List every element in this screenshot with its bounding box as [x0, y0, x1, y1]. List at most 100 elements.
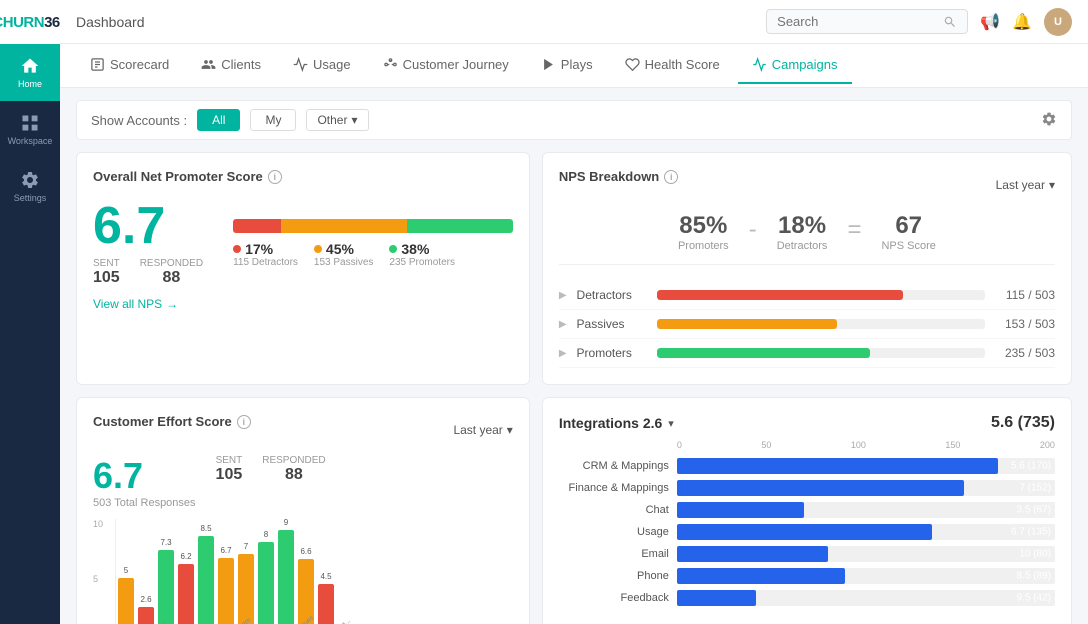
integrations-bar-row: Usage 6.7 (135) — [559, 524, 1055, 540]
tab-plays[interactable]: Plays — [527, 47, 607, 84]
megaphone-icon[interactable]: 📢 — [980, 12, 1000, 32]
ces-score: 6.7 — [93, 455, 196, 497]
tab-campaigns-label: Campaigns — [772, 57, 838, 72]
nps-detractors-bar — [233, 219, 281, 233]
h-bar-label: CRM & Mappings — [559, 460, 669, 472]
formula-promoters-pct: 85% — [678, 212, 729, 240]
formula-equals: = — [847, 212, 861, 244]
ces-info-icon[interactable]: i — [237, 415, 251, 429]
h-bar-wrap: 9.5 (42) — [677, 590, 1055, 606]
ces-period-label: Last year — [453, 423, 502, 437]
filter-my-btn[interactable]: My — [250, 109, 296, 131]
period-select-ces[interactable]: Last year ▾ — [453, 423, 512, 437]
bar-fill — [278, 530, 294, 624]
tab-customer-journey[interactable]: Customer Journey — [369, 47, 523, 84]
h-bar-label: Usage — [559, 526, 669, 538]
campaigns-icon — [752, 57, 767, 72]
integrations-header: Integrations 2.6 ▾ 5.6 (735) — [559, 414, 1055, 432]
bar-group: 6.2 — [178, 564, 194, 624]
breakdown-row: ▶ Passives 153 / 503 — [559, 310, 1055, 339]
bar-fill — [298, 559, 314, 624]
sidebar-item-home[interactable]: Home — [0, 44, 60, 101]
sidebar-item-settings[interactable]: Settings — [0, 158, 60, 215]
tab-scorecard[interactable]: Scorecard — [76, 47, 183, 84]
search-box[interactable] — [766, 9, 968, 34]
ces-sent-label: SENT — [216, 455, 243, 466]
breakdown-count: 153 / 503 — [995, 317, 1055, 331]
nps-breakdown-info-icon[interactable]: i — [664, 170, 678, 184]
detractors-count: 115 Detractors — [233, 257, 298, 268]
axis-label: 100 — [851, 440, 866, 450]
bar-group: 2.6 — [138, 607, 154, 624]
tab-bar: Scorecard Clients Usage Customer Journey… — [60, 44, 1088, 88]
h-bar-text: 6.7 (135) — [1011, 527, 1051, 538]
topbar-icons: 📢 🔔 U — [980, 8, 1072, 36]
formula-promoters: 85% Promoters — [678, 212, 729, 252]
plays-icon — [541, 57, 556, 72]
breakdown-bar-wrap — [657, 319, 985, 329]
integrations-bar-row: Feedback 9.5 (42) — [559, 590, 1055, 606]
h-bar-wrap: 10 (80) — [677, 546, 1055, 562]
nps-formula: 85% Promoters - 18% Detractors = 67 NPS … — [559, 212, 1055, 265]
h-bar-text: 5.6 (170) — [1011, 461, 1051, 472]
ces-card: Customer Effort Score i Last year ▾ 6.7 … — [76, 397, 530, 624]
bar-group: 8.5 — [198, 536, 214, 624]
bar-container: 6.2 — [178, 564, 194, 624]
integrations-bar-row: Email 10 (80) — [559, 546, 1055, 562]
promoters-pct: 38% — [401, 241, 429, 257]
tab-usage[interactable]: Usage — [279, 47, 365, 84]
integrations-axis: 050100150200 — [559, 440, 1055, 450]
filters-label: Show Accounts : — [91, 113, 187, 128]
clients-icon — [201, 57, 216, 72]
ces-score-section: 6.7 503 Total Responses — [93, 455, 196, 509]
sidebar-item-workspace[interactable]: Workspace — [0, 101, 60, 158]
tab-health-score-label: Health Score — [645, 57, 720, 72]
ces-responded-label: RESPONDED — [262, 455, 325, 466]
tab-plays-label: Plays — [561, 57, 593, 72]
ces-chart-area: 10 5 0 5 2.6 7.3 6.2 — [93, 519, 513, 624]
formula-nps-score-val: 67 — [881, 212, 935, 240]
search-input[interactable] — [777, 14, 937, 29]
bar-fill — [318, 584, 334, 624]
integrations-bar-row: CRM & Mappings 5.6 (170) — [559, 458, 1055, 474]
chevron-down-icon: ▾ — [351, 113, 357, 127]
settings-icon — [20, 170, 40, 190]
filter-other-select[interactable]: Other ▾ — [306, 109, 368, 131]
bar-value: 6.6 — [300, 547, 311, 556]
tab-campaigns[interactable]: Campaigns — [738, 47, 852, 84]
topbar-title: Dashboard — [76, 14, 145, 30]
period-select-nps[interactable]: Last year ▾ — [996, 178, 1055, 192]
integrations-title-wrap: Integrations 2.6 ▾ — [559, 415, 674, 431]
nps-info-icon[interactable]: i — [268, 170, 282, 184]
nps-score: 6.7 — [93, 200, 203, 252]
view-all-nps[interactable]: View all NPS → — [93, 297, 513, 311]
legend-detractors: 17% 115 Detractors — [233, 241, 298, 268]
breakdown-row: ▶ Promoters 235 / 503 — [559, 339, 1055, 368]
scorecard-icon — [90, 57, 105, 72]
notification-icon[interactable]: 🔔 — [1012, 12, 1032, 32]
filter-all-btn[interactable]: All — [197, 109, 240, 131]
bar-container: 5 — [118, 578, 134, 624]
h-bar-text: 10 (80) — [1019, 549, 1051, 560]
tab-clients[interactable]: Clients — [187, 47, 275, 84]
ces-responded-stat: RESPONDED 88 — [262, 455, 325, 484]
detractors-dot — [233, 245, 241, 253]
user-avatar[interactable]: U — [1044, 8, 1072, 36]
nps-promoters-bar — [407, 219, 513, 233]
integrations-bar-row: Chat 3.5 (67) — [559, 502, 1055, 518]
promoters-count: 235 Promoters — [389, 257, 455, 268]
ces-header: Customer Effort Score i Last year ▾ — [93, 414, 513, 445]
bar-container: 9 — [278, 530, 294, 624]
h-bar-fill — [677, 568, 845, 584]
h-bar-wrap: 7 (152) — [677, 480, 1055, 496]
integrations-dropdown-icon[interactable]: ▾ — [668, 417, 674, 430]
bar-value: 6.7 — [220, 546, 231, 555]
gear-icon[interactable] — [1041, 111, 1057, 130]
formula-nps-score-label: NPS Score — [881, 240, 935, 252]
bar-container: 8 — [258, 542, 274, 624]
h-bar-label: Email — [559, 548, 669, 560]
ces-title: Customer Effort Score i — [93, 414, 251, 429]
tab-health-score[interactable]: Health Score — [611, 47, 734, 84]
bar-value: 5 — [124, 566, 128, 575]
h-bar-wrap: 3.5 (67) — [677, 502, 1055, 518]
